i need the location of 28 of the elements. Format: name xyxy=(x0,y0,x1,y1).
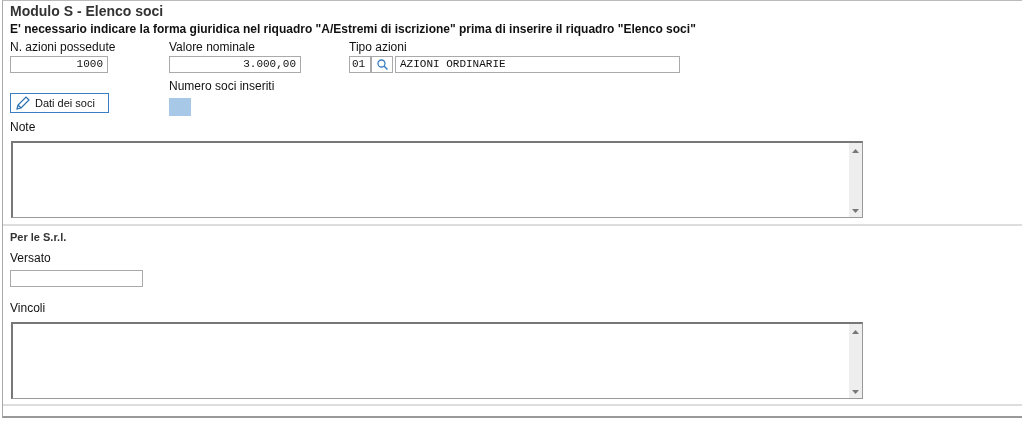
field-label: Vincoli xyxy=(10,301,47,316)
field-label: Note xyxy=(10,120,37,135)
scroll-down-icon xyxy=(852,209,859,213)
field-label: Versato xyxy=(10,251,52,266)
versato-field[interactable] xyxy=(10,270,143,287)
form-title: Modulo S - Elenco soci xyxy=(10,3,165,21)
count-field xyxy=(169,98,191,116)
field-label: Valore nominale xyxy=(169,40,256,55)
vincoli-field[interactable] xyxy=(11,322,863,399)
notice-text: E' necessario indicare la forma giuridica nel riquadro "A/Estremi di iscrizione" prima di inserire il riquadro "Elenco soci" xyxy=(10,22,697,38)
field-label: N. azioni possedute xyxy=(10,40,117,55)
input-field[interactable]: 3.000,00 xyxy=(169,56,301,73)
scrollbar[interactable] xyxy=(849,324,862,398)
soci-button[interactable]: Dati dei soci xyxy=(10,93,109,113)
note-field[interactable] xyxy=(11,141,863,218)
input-field[interactable]: 1000 xyxy=(10,56,108,73)
search-button[interactable] xyxy=(371,56,393,73)
field-label: Numero soci inseriti xyxy=(169,79,275,94)
pencil-icon xyxy=(15,95,31,111)
field-label: Tipo azioni xyxy=(349,40,408,55)
code-field[interactable]: 01 xyxy=(349,56,371,73)
scrollbar[interactable] xyxy=(849,143,862,217)
description-field[interactable]: AZIONI ORDINARIE xyxy=(395,56,680,73)
section-heading: Per le S.r.l. xyxy=(10,230,68,245)
scroll-up-icon xyxy=(852,330,859,334)
search-icon xyxy=(376,59,388,70)
scroll-up-icon xyxy=(852,149,859,153)
scroll-down-icon xyxy=(852,390,859,394)
